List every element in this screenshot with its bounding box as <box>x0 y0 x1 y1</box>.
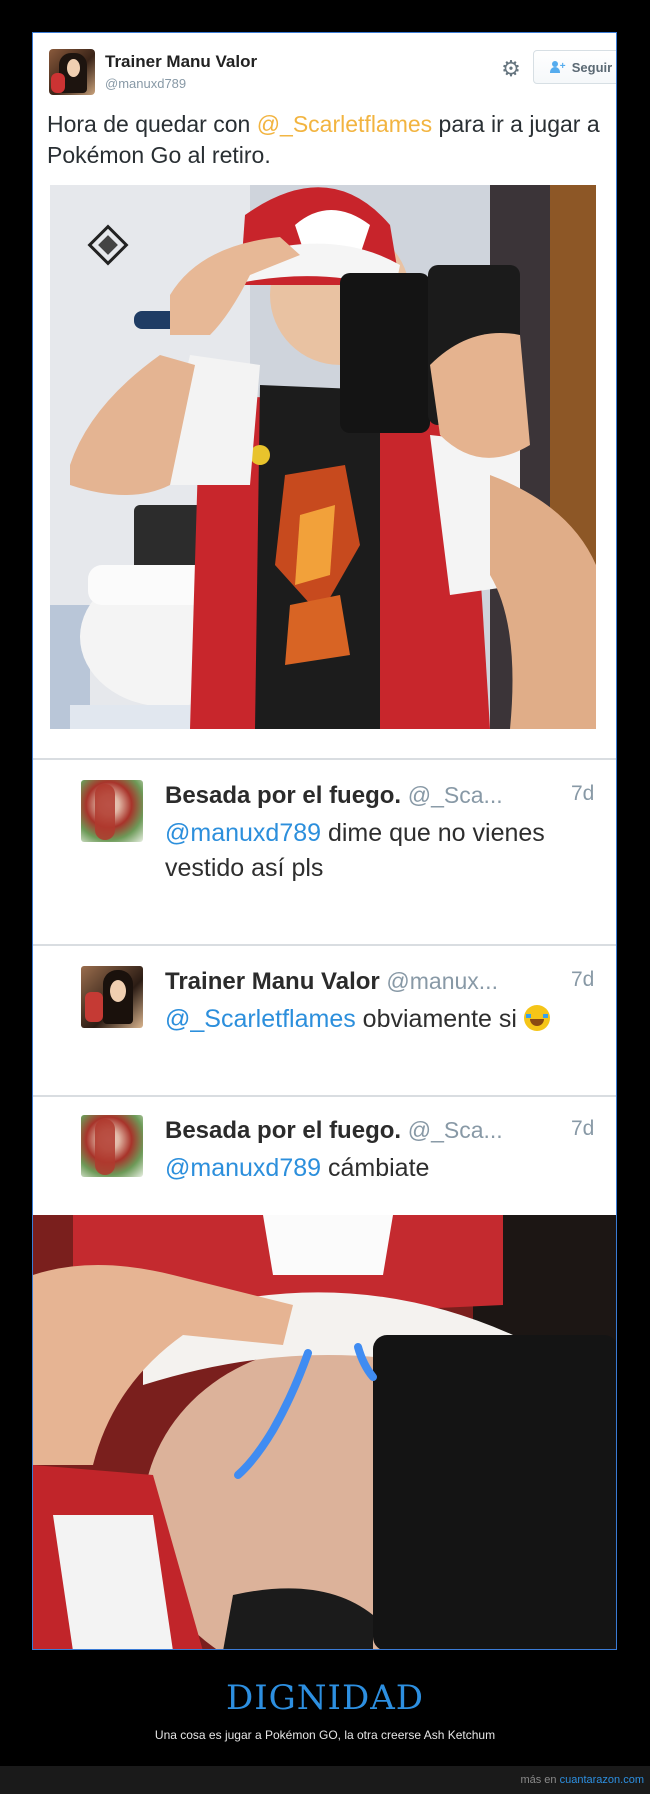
reply-avatar[interactable] <box>81 1115 143 1177</box>
tweet-text: Hora de quedar con @_Scarletflames para … <box>47 109 607 171</box>
post-title: DIGNIDAD <box>225 1678 425 1718</box>
add-user-icon: + <box>549 61 566 73</box>
reply-time[interactable]: 7d <box>571 1117 594 1141</box>
reply-body: obviamente si <box>355 1005 524 1033</box>
reply-author[interactable]: Besada por el fuego. @_Sca... <box>165 1117 503 1145</box>
reply-handle: @manux... <box>386 968 498 994</box>
reply-card[interactable]: Besada por el fuego. @_Sca... 7d @manuxd… <box>33 758 616 942</box>
tweet-header: Trainer Manu Valor @manuxd789 ⚙ + Seguir <box>33 33 616 103</box>
reply-handle: @_Sca... <box>407 1117 503 1143</box>
avatar-hair <box>95 784 115 840</box>
avatar-hair <box>95 1119 115 1175</box>
closeup-photo <box>33 1215 616 1649</box>
avatar-face <box>67 59 80 77</box>
reply-name: Trainer Manu Valor <box>165 968 380 995</box>
reply-time[interactable]: 7d <box>571 968 594 992</box>
reply-time[interactable]: 7d <box>571 782 594 806</box>
follow-label: Seguir <box>571 59 613 75</box>
author-avatar[interactable] <box>49 49 95 95</box>
reply-mention[interactable]: @manuxd789 <box>165 819 321 847</box>
reply-handle: @_Sca... <box>407 782 503 808</box>
tweet-text-start: Hora de quedar con <box>47 111 257 137</box>
tears-of-joy-emoji <box>523 1005 550 1031</box>
meme-frame: Trainer Manu Valor @manuxd789 ⚙ + Seguir… <box>32 32 617 1650</box>
reply-text: @manuxd789 dime que no vienes vestido as… <box>165 816 585 886</box>
closeup-illustration <box>33 1215 616 1649</box>
reply-name: Besada por el fuego. <box>165 1117 402 1144</box>
post-subtitle: Una cosa es jugar a Pokémon GO, la otra … <box>154 1728 496 1742</box>
gear-icon[interactable]: ⚙ <box>499 57 523 81</box>
reply-author[interactable]: Besada por el fuego. @_Sca... <box>165 782 503 810</box>
site-link[interactable]: cuantarazon.com <box>560 1774 644 1786</box>
reply-card[interactable]: Trainer Manu Valor @manux... 7d @_Scarle… <box>33 944 616 1093</box>
reply-avatar[interactable] <box>81 966 143 1028</box>
author-handle[interactable]: @manuxd789 <box>105 76 186 91</box>
reply-mention[interactable]: @manuxd789 <box>165 1154 321 1182</box>
reply-text: @_Scarletflames obviamente si <box>165 1002 585 1037</box>
footer-bar: más en cuantarazon.com <box>0 1766 650 1794</box>
reply-author[interactable]: Trainer Manu Valor @manux... <box>165 968 498 996</box>
author-name[interactable]: Trainer Manu Valor <box>105 52 257 72</box>
avatar-face <box>110 980 126 1002</box>
reply-body: cámbiate <box>321 1154 430 1182</box>
more-link-text: más en cuantarazon.com <box>520 1774 644 1786</box>
tweet-photo[interactable] <box>50 185 596 729</box>
avatar-child <box>85 992 103 1022</box>
tweet-mention[interactable]: @_Scarletflames <box>257 111 432 137</box>
reply-text: @manuxd789 cámbiate <box>165 1151 585 1186</box>
reply-name: Besada por el fuego. <box>165 782 402 809</box>
more-prefix: más en <box>520 1774 560 1786</box>
selfie-illustration <box>50 185 596 729</box>
reply-card[interactable]: Besada por el fuego. @_Sca... 7d @manuxd… <box>33 1095 616 1215</box>
reply-mention[interactable]: @_Scarletflames <box>165 1005 356 1033</box>
reply-avatar[interactable] <box>81 780 143 842</box>
follow-button[interactable]: + Seguir <box>533 50 616 84</box>
avatar-child <box>51 73 65 93</box>
